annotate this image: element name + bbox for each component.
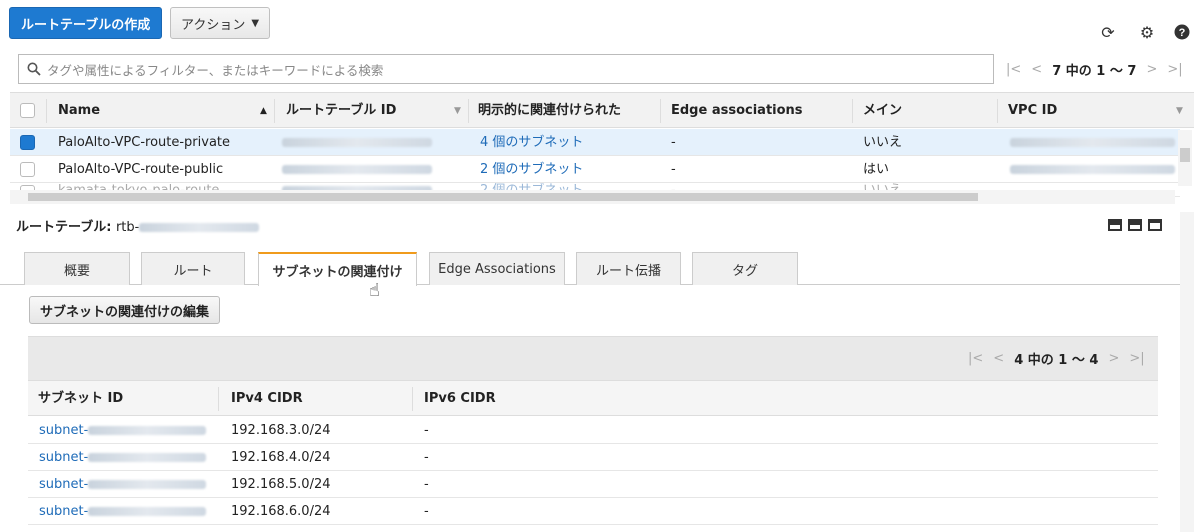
route-table-id-redacted xyxy=(282,156,432,183)
col-main[interactable]: メイン xyxy=(863,93,902,129)
col-ipv6-cidr: IPv6 CIDR xyxy=(424,391,496,406)
row-checkbox[interactable] xyxy=(20,162,35,177)
table-horizontal-scrollbar[interactable] xyxy=(10,190,1175,204)
svg-text:?: ? xyxy=(1179,27,1186,39)
row-main: いいえ xyxy=(863,135,903,150)
pager-text: 7 中の 1 ～ 7 xyxy=(1052,64,1137,79)
ipv4-cidr: 192.168.3.0/24 xyxy=(231,423,331,438)
help-icon[interactable]: ? xyxy=(1172,22,1192,42)
subnet-id-link[interactable]: subnet- xyxy=(39,444,207,471)
tab-tags[interactable]: タグ xyxy=(692,252,798,285)
col-vpc-id[interactable]: VPC ID xyxy=(1008,93,1057,129)
subnet-id-link[interactable]: subnet- xyxy=(39,498,207,525)
row-edge: - xyxy=(671,135,676,150)
subnet-id-link[interactable]: subnet- xyxy=(39,417,207,444)
subnet-count-link[interactable]: 2 個のサブネット xyxy=(480,156,583,183)
sort-asc-icon[interactable]: ▲ xyxy=(260,93,267,129)
subnet-row: subnet- 192.168.5.0/24 - xyxy=(28,471,1158,498)
chevron-down-icon: ▼ xyxy=(251,17,260,29)
subnet-pager: |< < 4 中の 1 ～ 4 > >| xyxy=(968,349,1145,368)
row-main: はい xyxy=(863,162,890,177)
search-placeholder: タグや属性によるフィルター、またはキーワードによる検索 xyxy=(47,62,384,78)
edit-subnet-associations-button[interactable]: サブネットの関連付けの編集 xyxy=(29,296,221,324)
col-name[interactable]: Name xyxy=(58,93,100,129)
subnet-row: subnet- 192.168.6.0/24 - xyxy=(28,498,1158,525)
ipv6-cidr: - xyxy=(424,450,429,465)
select-all-checkbox[interactable] xyxy=(20,103,35,118)
subnet-id-link[interactable]: subnet- xyxy=(39,471,207,498)
pane-layout-controls xyxy=(1108,219,1162,231)
ipv6-cidr: - xyxy=(424,423,429,438)
search-icon xyxy=(27,62,41,76)
sort-icon[interactable]: ▼ xyxy=(454,93,461,129)
tab-overview[interactable]: 概要 xyxy=(24,252,130,285)
top-toolbar: ルートテーブルの作成 アクション ▼ ⟳ ⚙ ? xyxy=(0,0,1200,50)
vpc-id-redacted[interactable] xyxy=(1010,129,1175,156)
row-name: PaloAlto-VPC-route-private xyxy=(58,135,231,150)
table-pager: |< < 7 中の 1 ～ 7 > >| xyxy=(1006,60,1183,79)
last-page-icon[interactable]: >| xyxy=(1129,351,1144,366)
col-edge-associations[interactable]: Edge associations xyxy=(671,93,803,129)
sort-icon[interactable]: ▼ xyxy=(1176,93,1183,129)
ipv6-cidr: - xyxy=(424,504,429,519)
row-checkbox[interactable] xyxy=(20,135,35,150)
ipv4-cidr: 192.168.6.0/24 xyxy=(231,504,331,519)
detail-title-label: ルートテーブル: xyxy=(16,220,116,235)
last-page-icon[interactable]: >| xyxy=(1167,62,1182,77)
col-ipv4-cidr: IPv4 CIDR xyxy=(231,391,303,406)
subnet-count-link[interactable]: 4 個のサブネット xyxy=(480,129,583,156)
tab-edge-associations[interactable]: Edge Associations xyxy=(429,252,565,285)
table-row[interactable]: PaloAlto-VPC-route-private 4 個のサブネット - い… xyxy=(10,129,1180,156)
pane-top-icon[interactable] xyxy=(1148,219,1162,231)
prev-page-icon[interactable]: < xyxy=(1031,62,1042,77)
tab-subnet-associations[interactable]: サブネットの関連付け xyxy=(258,252,417,286)
subnet-pager-bar: |< < 4 中の 1 ～ 4 > >| xyxy=(28,336,1158,380)
table-header: Name ▲ ルートテーブル ID ▼ 明示的に関連付けられた Edge ass… xyxy=(10,92,1194,128)
create-route-table-button[interactable]: ルートテーブルの作成 xyxy=(9,7,163,39)
gear-icon[interactable]: ⚙ xyxy=(1137,22,1157,42)
table-row[interactable]: PaloAlto-VPC-route-public 2 個のサブネット - はい xyxy=(10,156,1180,183)
col-route-table-id[interactable]: ルートテーブル ID xyxy=(286,93,396,129)
tab-routes[interactable]: ルート xyxy=(141,252,245,285)
detail-title-id: rtb- xyxy=(115,220,140,235)
vpc-id-redacted[interactable] xyxy=(1010,156,1175,183)
next-page-icon[interactable]: > xyxy=(1108,351,1119,366)
prev-page-icon[interactable]: < xyxy=(993,351,1004,366)
subnet-row: subnet- 192.168.4.0/24 - xyxy=(28,444,1158,471)
actions-button[interactable]: アクション ▼ xyxy=(170,7,271,39)
detail-tabs: 概要 ルート サブネットの関連付け Edge Associations ルート伝… xyxy=(0,252,1180,286)
pane-split-icon[interactable] xyxy=(1128,219,1142,231)
search-input[interactable]: タグや属性によるフィルター、またはキーワードによる検索 xyxy=(18,54,994,84)
first-page-icon[interactable]: |< xyxy=(968,351,983,366)
route-table-id-redacted xyxy=(282,129,432,156)
col-explicit-assoc[interactable]: 明示的に関連付けられた xyxy=(478,93,621,129)
table-vertical-scrollbar[interactable] xyxy=(1178,130,1192,186)
tab-route-propagation[interactable]: ルート伝播 xyxy=(576,252,681,285)
ipv4-cidr: 192.168.4.0/24 xyxy=(231,450,331,465)
pane-bottom-icon[interactable] xyxy=(1108,219,1122,231)
subnet-associations-panel: |< < 4 中の 1 ～ 4 > >| サブネット ID IPv4 CIDR … xyxy=(28,336,1158,532)
col-subnet-id: サブネット ID xyxy=(38,391,124,406)
detail-vertical-scrollbar[interactable] xyxy=(1180,212,1194,532)
refresh-icon[interactable]: ⟳ xyxy=(1098,22,1118,42)
detail-title: ルートテーブル: rtb- xyxy=(16,216,260,235)
ipv6-cidr: - xyxy=(424,477,429,492)
first-page-icon[interactable]: |< xyxy=(1006,62,1021,77)
subnet-pager-text: 4 中の 1 ～ 4 xyxy=(1014,353,1099,368)
hand-cursor-icon: ☝ xyxy=(369,280,380,301)
actions-label: アクション xyxy=(181,17,246,33)
row-name: PaloAlto-VPC-route-public xyxy=(58,162,224,177)
subnet-table-header: サブネット ID IPv4 CIDR IPv6 CIDR xyxy=(28,380,1158,416)
subnet-row: subnet- 192.168.3.0/24 - xyxy=(28,417,1158,444)
row-edge: - xyxy=(671,162,676,177)
ipv4-cidr: 192.168.5.0/24 xyxy=(231,477,331,492)
next-page-icon[interactable]: > xyxy=(1146,62,1157,77)
